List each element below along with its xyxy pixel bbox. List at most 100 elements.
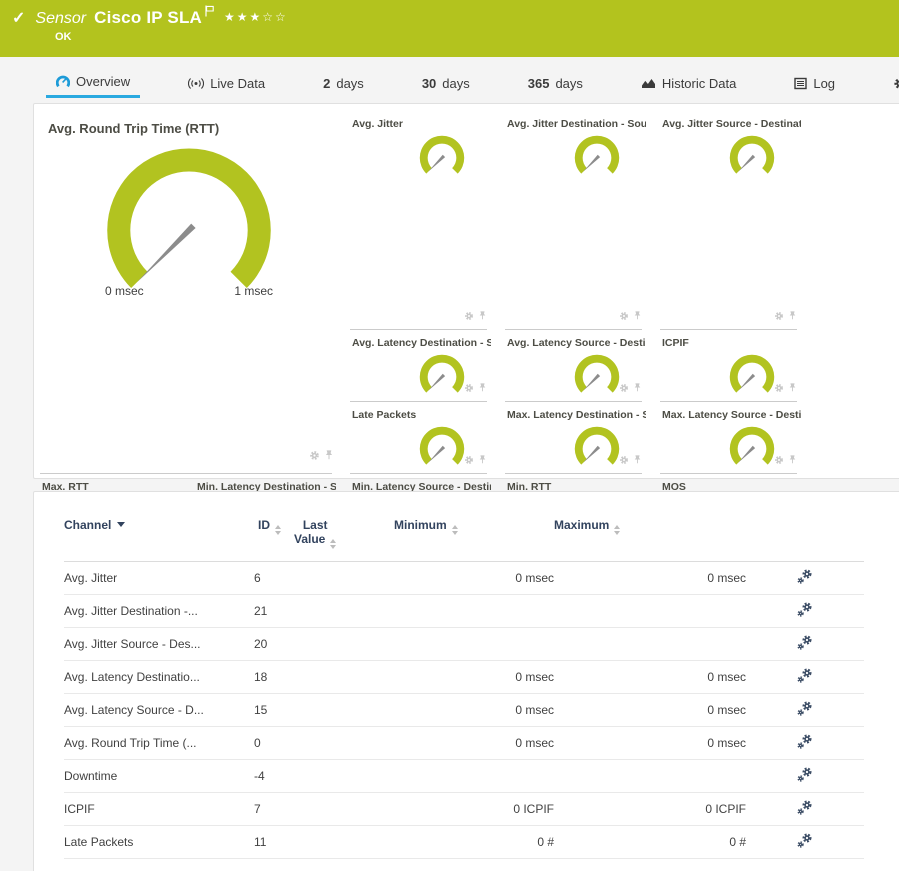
channel-name[interactable]: Late Packets <box>64 826 254 859</box>
status-badge: OK <box>55 31 72 43</box>
column-header-last-value[interactable]: Last Value <box>294 492 394 562</box>
widget-pin-icon[interactable] <box>324 448 334 466</box>
channel-settings-icon[interactable] <box>797 569 813 585</box>
channel-settings-icon[interactable] <box>797 767 813 783</box>
gauge-dial <box>723 351 781 401</box>
flag-icon[interactable] <box>205 4 214 22</box>
channel-settings-icon[interactable] <box>797 734 813 750</box>
channel-last-value <box>294 826 394 859</box>
channel-settings-icon[interactable] <box>797 701 813 717</box>
widget-pin-icon[interactable] <box>633 308 642 326</box>
sort-icon <box>275 525 281 535</box>
gauge-dial <box>568 132 626 182</box>
channel-minimum: 0 msec <box>394 727 554 760</box>
tab-label: days <box>336 76 363 91</box>
channel-name[interactable]: Avg. Latency Source - D... <box>64 694 254 727</box>
column-header-maximum[interactable]: Maximum <box>554 492 746 562</box>
gauge-widget: Avg. Jitter Source - Destination <box>654 111 809 330</box>
widget-pin-icon[interactable] <box>788 380 797 398</box>
channel-settings-icon[interactable] <box>797 833 813 849</box>
widget-gear-icon[interactable] <box>464 380 474 398</box>
tab-historic-data[interactable]: Historic Data <box>631 62 746 98</box>
channel-maximum <box>554 760 746 793</box>
widget-pin-icon[interactable] <box>788 452 797 470</box>
channel-minimum: 0 msec <box>394 661 554 694</box>
channel-name[interactable]: Avg. Round Trip Time (... <box>64 727 254 760</box>
widget-gear-icon[interactable] <box>464 452 474 470</box>
table-row[interactable]: Avg. Jitter Source - Des... 20 <box>64 628 864 661</box>
tab-overview[interactable]: Overview <box>46 62 140 98</box>
channel-minimum: 0 msec <box>394 694 554 727</box>
gauge-title: Avg. Round Trip Time (RTT) <box>48 121 330 136</box>
widget-gear-icon[interactable] <box>774 380 784 398</box>
tab-bar: Overview Live Data 2 days 30 days 365 da… <box>0 62 899 98</box>
gauge-widget: Avg. Jitter <box>344 111 499 330</box>
widget-pin-icon[interactable] <box>633 452 642 470</box>
channel-settings-icon[interactable] <box>797 668 813 684</box>
channel-minimum <box>394 595 554 628</box>
widget-gear-icon[interactable] <box>619 308 629 326</box>
widget-gear-icon[interactable] <box>619 452 629 470</box>
channel-last-value <box>294 694 394 727</box>
tab-30-days[interactable]: 30 days <box>412 62 480 98</box>
gear-icon <box>893 77 899 90</box>
channel-name[interactable]: Downtime <box>64 760 254 793</box>
channel-settings-icon[interactable] <box>797 602 813 618</box>
table-row[interactable]: Downtime -4 <box>64 760 864 793</box>
channel-last-value <box>294 562 394 595</box>
object-kind-label: Sensor <box>35 10 86 28</box>
table-row[interactable]: Avg. Round Trip Time (... 0 0 msec 0 mse… <box>64 727 864 760</box>
table-row[interactable]: Avg. Jitter 6 0 msec 0 msec <box>64 562 864 595</box>
tab-2-days[interactable]: 2 days <box>313 62 374 98</box>
widget-pin-icon[interactable] <box>633 380 642 398</box>
widget-gear-icon[interactable] <box>464 308 474 326</box>
gauges-panel: Avg. Round Trip Time (RTT) 0 msec 1 msec <box>33 103 899 479</box>
channel-id: 15 <box>254 694 294 727</box>
channel-name[interactable]: ICPIF <box>64 793 254 826</box>
table-row[interactable]: Late Packets 11 0 # 0 # <box>64 826 864 859</box>
column-header-channel[interactable]: Channel <box>64 492 254 562</box>
channel-last-value <box>294 760 394 793</box>
channel-id: -4 <box>254 760 294 793</box>
gauge-title: Avg. Jitter Source - Destination <box>662 118 801 130</box>
channel-minimum: 0 ICPIF <box>394 793 554 826</box>
channel-name[interactable]: Avg. Jitter Destination -... <box>64 595 254 628</box>
tab-label: Live Data <box>210 76 265 91</box>
channel-maximum: 0 msec <box>554 727 746 760</box>
channel-maximum <box>554 595 746 628</box>
table-row[interactable]: Avg. Latency Source - D... 15 0 msec 0 m… <box>64 694 864 727</box>
channel-id: 18 <box>254 661 294 694</box>
gauge-widget: Max. Latency Source - Destin... <box>654 402 809 474</box>
channel-maximum: 0 msec <box>554 694 746 727</box>
gauge-widget: Avg. Jitter Destination - Source <box>499 111 654 330</box>
channel-name[interactable]: Avg. Jitter <box>64 562 254 595</box>
gauge-widget: Avg. Latency Source - Destin... <box>499 330 654 402</box>
column-header-minimum[interactable]: Minimum <box>394 492 554 562</box>
channel-minimum <box>394 628 554 661</box>
tab-number: 2 <box>323 76 330 91</box>
channel-name[interactable]: Avg. Jitter Source - Des... <box>64 628 254 661</box>
table-row[interactable]: Avg. Jitter Destination -... 21 <box>64 595 864 628</box>
channel-maximum: 0 # <box>554 826 746 859</box>
widget-pin-icon[interactable] <box>478 452 487 470</box>
widget-pin-icon[interactable] <box>788 308 797 326</box>
tab-365-days[interactable]: 365 days <box>518 62 593 98</box>
widget-pin-icon[interactable] <box>478 308 487 326</box>
widget-gear-icon[interactable] <box>309 448 320 466</box>
gauge-dial <box>723 132 781 182</box>
tab-live-data[interactable]: Live Data <box>178 62 275 98</box>
widget-gear-icon[interactable] <box>774 452 784 470</box>
widget-gear-icon[interactable] <box>619 380 629 398</box>
widget-gear-icon[interactable] <box>774 308 784 326</box>
channel-settings-icon[interactable] <box>797 635 813 651</box>
channels-table: Channel ID Last Value Minimum Maximum <box>64 492 864 859</box>
tab-log[interactable]: Log <box>784 62 845 98</box>
priority-stars[interactable]: ★★★☆☆ <box>224 10 288 24</box>
table-row[interactable]: ICPIF 7 0 ICPIF 0 ICPIF <box>64 793 864 826</box>
widget-pin-icon[interactable] <box>478 380 487 398</box>
column-header-id[interactable]: ID <box>254 492 294 562</box>
channel-name[interactable]: Avg. Latency Destinatio... <box>64 661 254 694</box>
channel-settings-icon[interactable] <box>797 800 813 816</box>
tab-settings[interactable]: Settings <box>883 62 899 98</box>
table-row[interactable]: Avg. Latency Destinatio... 18 0 msec 0 m… <box>64 661 864 694</box>
